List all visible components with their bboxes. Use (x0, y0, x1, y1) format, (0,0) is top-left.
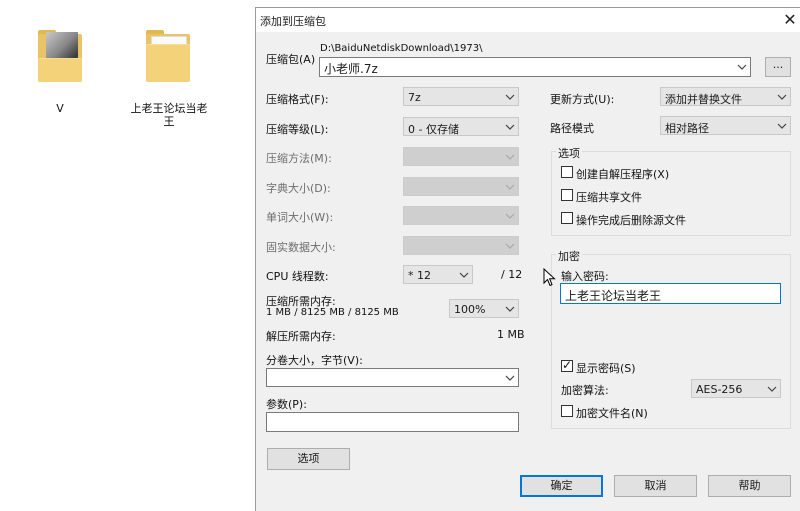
chevron-down-icon (767, 384, 777, 394)
method-label: 压缩方法(M): (266, 152, 332, 165)
encryption-method-value: AES-256 (696, 383, 743, 396)
chevron-down-icon (737, 62, 747, 72)
word-size-select (403, 206, 519, 225)
dict-size-select (403, 177, 519, 196)
compress-memory-value: 1 MB / 8125 MB / 8125 MB (266, 307, 399, 318)
folder-icon-v[interactable] (30, 24, 90, 86)
volume-size-combo[interactable] (266, 368, 519, 387)
level-value: 0 - 仅存储 (408, 123, 459, 136)
help-button[interactable]: 帮助 (708, 475, 791, 497)
path-mode-select[interactable]: 相对路径 (660, 116, 791, 135)
chevron-down-icon (505, 373, 515, 383)
encryption-method-label: 加密算法: (561, 384, 609, 397)
chevron-down-icon (459, 270, 469, 280)
password-value: 上老王论坛当老王 (565, 289, 662, 303)
mouse-cursor-icon (543, 267, 557, 288)
ok-button[interactable]: 确定 (520, 475, 603, 497)
cancel-button[interactable]: 取消 (614, 475, 697, 497)
encrypt-names-checkbox[interactable] (561, 405, 573, 417)
options-group-title: 选项 (556, 145, 582, 161)
decompress-memory-label: 解压所需内存: (266, 330, 336, 343)
browse-button[interactable]: ... (765, 57, 791, 77)
close-icon[interactable]: ✕ (780, 10, 800, 30)
chevron-down-icon (505, 92, 515, 102)
delete-after-checkbox[interactable] (561, 212, 573, 224)
volume-size-label: 分卷大小，字节(V): (266, 354, 363, 367)
params-label: 参数(P): (266, 398, 307, 411)
chevron-down-icon (777, 92, 787, 102)
update-mode-value: 添加并替换文件 (665, 93, 742, 106)
dialog-title: 添加到压缩包 (260, 15, 326, 28)
word-size-label: 单词大小(W): (266, 211, 334, 224)
sfx-label: 创建自解压程序(X) (576, 168, 670, 181)
chevron-down-icon (777, 121, 787, 131)
password-input[interactable]: 上老王论坛当老王 (560, 283, 781, 304)
level-select[interactable]: 0 - 仅存储 (403, 117, 519, 136)
archive-path: D:\BaiduNetdiskDownload\1973\ (320, 43, 483, 54)
format-value: 7z (408, 91, 421, 104)
encryption-method-select[interactable]: AES-256 (691, 379, 781, 398)
folder-label-v: V (56, 102, 64, 115)
shared-files-checkbox[interactable] (561, 189, 573, 201)
show-password-label: 显示密码(S) (576, 362, 636, 375)
cpu-threads-total: / 12 (501, 268, 523, 281)
chevron-down-icon (505, 182, 515, 192)
chevron-down-icon (505, 304, 515, 314)
method-select (403, 147, 519, 166)
folder-label-laowang: 上老王论坛当老王 (130, 102, 208, 128)
format-select[interactable]: 7z (403, 87, 519, 106)
cpu-threads-value: * 12 (408, 269, 431, 282)
folder-icon-laowang[interactable] (138, 24, 198, 86)
level-label: 压缩等级(L): (266, 123, 329, 136)
decompress-memory-value: 1 MB (497, 328, 525, 341)
archive-name-value: 小老师.7z (324, 62, 378, 76)
archive-name-combo[interactable]: 小老师.7z (319, 57, 751, 77)
solid-size-label: 固实数据大小: (266, 241, 336, 254)
dict-size-label: 字典大小(D): (266, 182, 331, 195)
memory-percent-value: 100% (454, 303, 486, 316)
chevron-down-icon (505, 152, 515, 162)
sfx-checkbox[interactable] (561, 166, 573, 178)
cpu-threads-select[interactable]: * 12 (403, 265, 473, 284)
encryption-group-title: 加密 (556, 248, 582, 264)
shared-files-label: 压缩共享文件 (576, 191, 642, 204)
update-mode-label: 更新方式(U): (550, 93, 615, 106)
delete-after-label: 操作完成后删除源文件 (576, 214, 686, 227)
chevron-down-icon (505, 211, 515, 221)
path-mode-value: 相对路径 (665, 122, 709, 135)
show-password-checkbox[interactable]: ✓ (561, 358, 573, 372)
format-label: 压缩格式(F): (266, 93, 329, 106)
password-label: 输入密码: (561, 270, 609, 283)
params-input[interactable] (266, 412, 519, 432)
memory-percent-select[interactable]: 100% (449, 299, 519, 318)
solid-size-select (403, 236, 519, 255)
chevron-down-icon (505, 122, 515, 132)
update-mode-select[interactable]: 添加并替换文件 (660, 87, 791, 106)
options-button[interactable]: 选项 (267, 448, 350, 470)
checkmark-icon: ✓ (562, 358, 573, 372)
archive-label: 压缩包(A) (266, 53, 316, 66)
title-bar: 添加到压缩包 ✕ (256, 8, 800, 32)
encrypt-names-label: 加密文件名(N) (576, 407, 648, 420)
path-mode-label: 路径模式 (550, 122, 594, 135)
add-to-archive-dialog: 添加到压缩包 ✕ 压缩包(A) D:\BaiduNetdiskDownload\… (255, 7, 800, 511)
chevron-down-icon (505, 241, 515, 251)
cpu-threads-label: CPU 线程数: (266, 270, 329, 283)
